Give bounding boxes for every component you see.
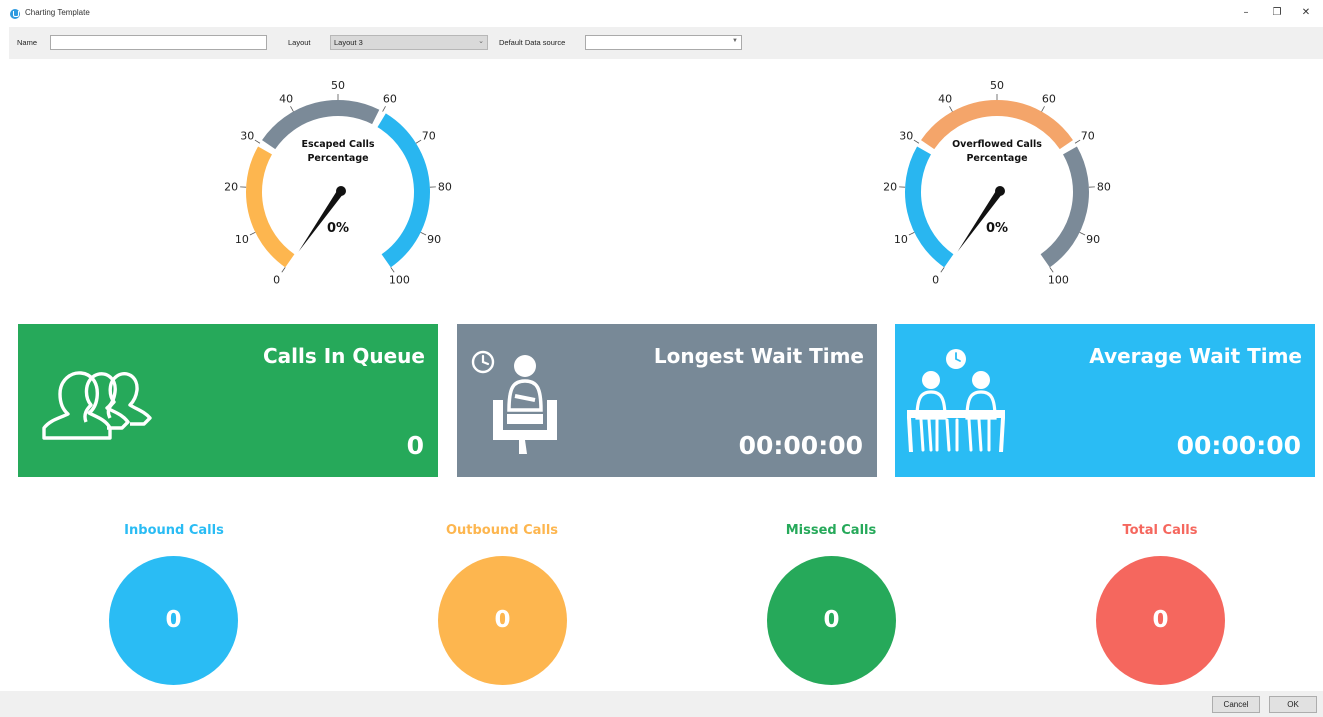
toolbar: Name Layout Layout 3 ⌄ Default Data sour… <box>9 27 1323 59</box>
average-wait-time-tile: Average Wait Time 00:00:00 <box>895 324 1315 477</box>
gauge-tick <box>382 106 386 112</box>
gauge-tick <box>1049 267 1054 273</box>
gauge-tick-label: 60 <box>383 92 397 105</box>
outbound-calls-circle: 0 <box>438 556 567 685</box>
gauge-tick-label: 30 <box>899 129 913 142</box>
gauge-needle-pivot <box>995 186 1005 196</box>
window-title: Charting Template <box>25 8 90 17</box>
gauge-tick-label: 50 <box>990 79 1004 92</box>
inbound-calls-label: Inbound Calls <box>124 523 224 538</box>
gauge-tick-label: 100 <box>389 274 410 287</box>
calls-in-queue-title: Calls In Queue <box>262 344 425 368</box>
gauge-tick-label: 0 <box>932 274 939 287</box>
close-button[interactable]: ✕ <box>1296 4 1316 22</box>
gauge-tick-label: 90 <box>1086 233 1100 246</box>
gauge-tick <box>415 139 422 144</box>
gauge-tick-label: 40 <box>938 92 952 105</box>
ok-button[interactable]: OK <box>1269 696 1317 713</box>
group-icon <box>42 371 152 440</box>
layout-select[interactable]: Layout 3 ⌄ <box>330 35 488 50</box>
gauge-tick-label: 10 <box>894 233 908 246</box>
gauge-tick <box>913 139 920 144</box>
gauge-tick-label: 20 <box>883 180 897 193</box>
inbound-calls-circle: 0 <box>109 556 238 685</box>
gauge-needle-pivot <box>336 186 346 196</box>
missed-calls-circle: 0 <box>767 556 896 685</box>
gauge-tick <box>390 267 395 273</box>
gauge-tick-label: 40 <box>279 92 293 105</box>
gauge-band <box>246 146 295 268</box>
name-label: Name <box>17 38 38 47</box>
gauge-band <box>377 113 430 268</box>
gauge-tick-label: 70 <box>422 129 436 142</box>
gauge-tick-label: 50 <box>331 79 345 92</box>
gauge-tick-label: 80 <box>1097 180 1111 193</box>
overflowed-calls-gauge-svg: 0 10 20 30 40 50 60 70 80 90 100 Overflowed Calls Pe… <box>883 79 1111 287</box>
longest-wait-time-tile: Longest Wait Time 00:00:00 <box>457 324 877 477</box>
app-icon <box>10 9 20 19</box>
calls-in-queue-value: 0 <box>406 431 424 460</box>
total-calls-circle: 0 <box>1096 556 1225 685</box>
waiting-person-icon <box>471 350 557 454</box>
gauge-band <box>1040 146 1089 268</box>
datasource-label: Default Data source <box>499 38 566 47</box>
gauge-tick <box>290 106 294 112</box>
gauge-tick-label: 0 <box>273 274 280 287</box>
gauge-tick <box>1074 139 1081 144</box>
gauge-band <box>905 146 954 268</box>
gauge-title-line1: Escaped Calls <box>301 139 374 150</box>
footer-bar: Cancel OK <box>0 691 1323 717</box>
escaped-calls-gauge-svg: 0 10 20 30 40 50 60 70 80 90 100 Escaped Calls Perce… <box>224 79 452 287</box>
gauge-tick <box>249 231 256 236</box>
datasource-select[interactable]: ▼ <box>585 35 742 50</box>
gauge-tick-label: 90 <box>427 233 441 246</box>
outbound-calls-label: Outbound Calls <box>445 523 559 538</box>
longest-wait-time-value: 00:00:00 <box>738 431 863 460</box>
name-input[interactable] <box>50 35 267 50</box>
gauge-title-line2: Percentage <box>966 153 1027 164</box>
layout-label: Layout <box>288 38 311 47</box>
gauge-tick-label: 60 <box>1042 92 1056 105</box>
gauge-tick <box>940 267 945 273</box>
gauge-title-line2: Percentage <box>307 153 368 164</box>
gauge-tick-label: 100 <box>1048 274 1069 287</box>
gauge-tick <box>949 106 953 112</box>
chevron-down-icon: ⌄ <box>478 38 484 45</box>
gauge-value: 0% <box>327 221 349 236</box>
overflowed-calls-gauge: 0 10 20 30 40 50 60 70 80 90 100 Overflowed Calls Pe… <box>877 70 1117 299</box>
total-calls-label: Total Calls <box>1122 523 1198 538</box>
waiting-people-icon <box>907 349 1005 452</box>
longest-wait-time-title: Longest Wait Time <box>653 344 864 368</box>
gauge-tick <box>254 139 261 144</box>
gauge-value: 0% <box>986 221 1008 236</box>
gauge-title-line1: Overflowed Calls <box>952 139 1042 150</box>
gauge-tick <box>281 267 286 273</box>
gauge-tick <box>420 231 427 236</box>
restore-button[interactable]: ❐ <box>1267 4 1287 22</box>
layout-select-value: Layout 3 <box>334 38 363 47</box>
gauge-tick-label: 10 <box>235 233 249 246</box>
escaped-calls-gauge: 0 10 20 30 40 50 60 70 80 90 100 Escaped Calls Perce… <box>218 70 458 299</box>
title-bar: Charting Template – ❐ ✕ <box>0 0 1323 26</box>
gauge-tick-label: 20 <box>224 180 238 193</box>
minimize-button[interactable]: – <box>1236 4 1256 22</box>
missed-calls-label: Missed Calls <box>785 523 877 538</box>
gauge-tick <box>908 231 915 236</box>
gauge-tick <box>1079 231 1086 236</box>
gauge-tick-label: 70 <box>1081 129 1095 142</box>
cancel-button[interactable]: Cancel <box>1212 696 1260 713</box>
average-wait-time-title: Average Wait Time <box>1089 344 1302 368</box>
gauge-tick <box>1041 106 1045 112</box>
gauge-tick-label: 30 <box>240 129 254 142</box>
charting-template-window: Charting Template – ❐ ✕ Name Layout Layo… <box>0 0 1323 717</box>
average-wait-time-value: 00:00:00 <box>1176 431 1301 460</box>
calls-in-queue-tile: Calls In Queue 0 <box>18 324 438 477</box>
dropdown-arrow-icon: ▼ <box>732 38 738 44</box>
gauge-tick-label: 80 <box>438 180 452 193</box>
